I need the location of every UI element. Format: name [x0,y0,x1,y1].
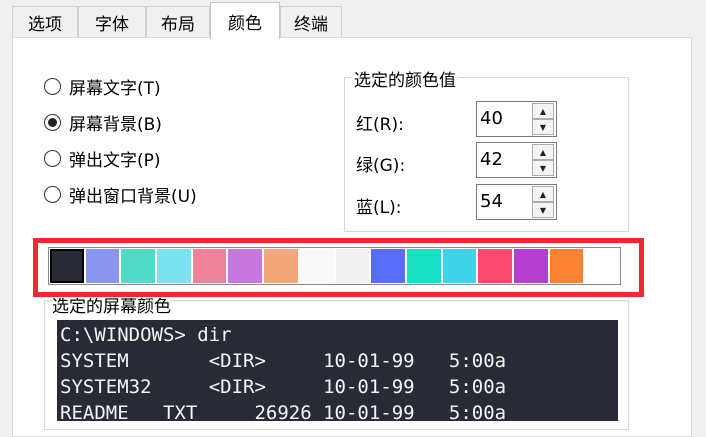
color-swatch[interactable] [156,248,192,284]
tab-label: 布局 [161,14,195,35]
spin-down-icon[interactable]: ▼ [532,119,554,135]
color-swatch[interactable] [405,248,442,284]
color-swatch[interactable] [477,248,513,284]
radio-popup-text[interactable]: 弹出文字(P) [44,145,161,171]
radio-button[interactable] [44,185,61,203]
green-label: 绿(G): [356,156,406,176]
spin-down-icon[interactable]: ▼ [532,160,554,176]
tab-options[interactable]: 选项 [12,6,78,37]
tab-label: 字体 [95,14,129,35]
blue-spinner[interactable]: 54 ▲ ▼ [476,184,557,220]
tab-layout[interactable]: 布局 [146,6,210,37]
color-swatch[interactable] [512,248,549,284]
color-swatch[interactable] [84,248,121,284]
radio-button[interactable] [44,77,61,95]
green-value[interactable]: 42 [480,149,503,170]
red-value[interactable]: 40 [480,108,503,129]
tab-strip: 选项 字体 布局 颜色 终端 [0,0,706,39]
radio-label: 弹出文字(P) [69,150,161,171]
radio-button[interactable] [44,149,61,167]
tab-terminal[interactable]: 终端 [280,6,342,37]
color-swatch[interactable] [334,248,371,284]
console-line: C:\WINDOWS> dir [60,324,232,346]
spin-down-icon[interactable]: ▼ [532,202,554,218]
color-swatch[interactable] [120,248,157,284]
color-swatch[interactable] [227,248,264,284]
color-swatch[interactable] [441,248,478,284]
tab-label: 颜色 [228,13,262,34]
screen-color-preview: C:\WINDOWS> dir SYSTEM <DIR> 10-01-99 5:… [57,320,618,421]
selected-color-values-legend: 选定的颜色值 [352,66,458,91]
color-swatch[interactable] [263,248,299,284]
spin-up-icon[interactable]: ▲ [532,144,554,160]
tab-label: 终端 [294,14,328,35]
tab-label: 选项 [28,14,62,35]
color-swatch[interactable] [548,248,585,284]
color-swatch[interactable] [584,248,620,284]
green-spinner[interactable]: 42 ▲ ▼ [476,142,557,178]
spin-up-icon[interactable]: ▲ [532,186,554,202]
color-palette [48,247,621,285]
console-line: README TXT 26926 10-01-99 5:00a [60,402,507,421]
console-line: SYSTEM32 <DIR> 10-01-99 5:00a [60,376,507,398]
radio-label: 屏幕背景(B) [69,114,162,135]
radio-button[interactable] [44,113,61,131]
color-swatch[interactable] [370,248,406,284]
red-spinner[interactable]: 40 ▲ ▼ [476,101,557,137]
radio-label: 屏幕文字(T) [69,78,161,99]
radio-label: 弹出窗口背景(U) [69,186,197,207]
radio-popup-background[interactable]: 弹出窗口背景(U) [44,181,197,207]
spin-up-icon[interactable]: ▲ [532,103,554,119]
radio-screen-text[interactable]: 屏幕文字(T) [44,73,161,99]
color-swatch[interactable] [49,248,85,284]
color-swatch[interactable] [298,248,335,284]
console-line: SYSTEM <DIR> 10-01-99 5:00a [60,350,507,372]
red-label: 红(R): [356,115,404,135]
tab-colors[interactable]: 颜色 [210,2,280,39]
radio-screen-background[interactable]: 屏幕背景(B) [44,109,162,135]
tab-font[interactable]: 字体 [78,6,146,37]
color-swatch[interactable] [191,248,228,284]
blue-label: 蓝(L): [356,198,402,218]
blue-value[interactable]: 54 [480,191,503,212]
